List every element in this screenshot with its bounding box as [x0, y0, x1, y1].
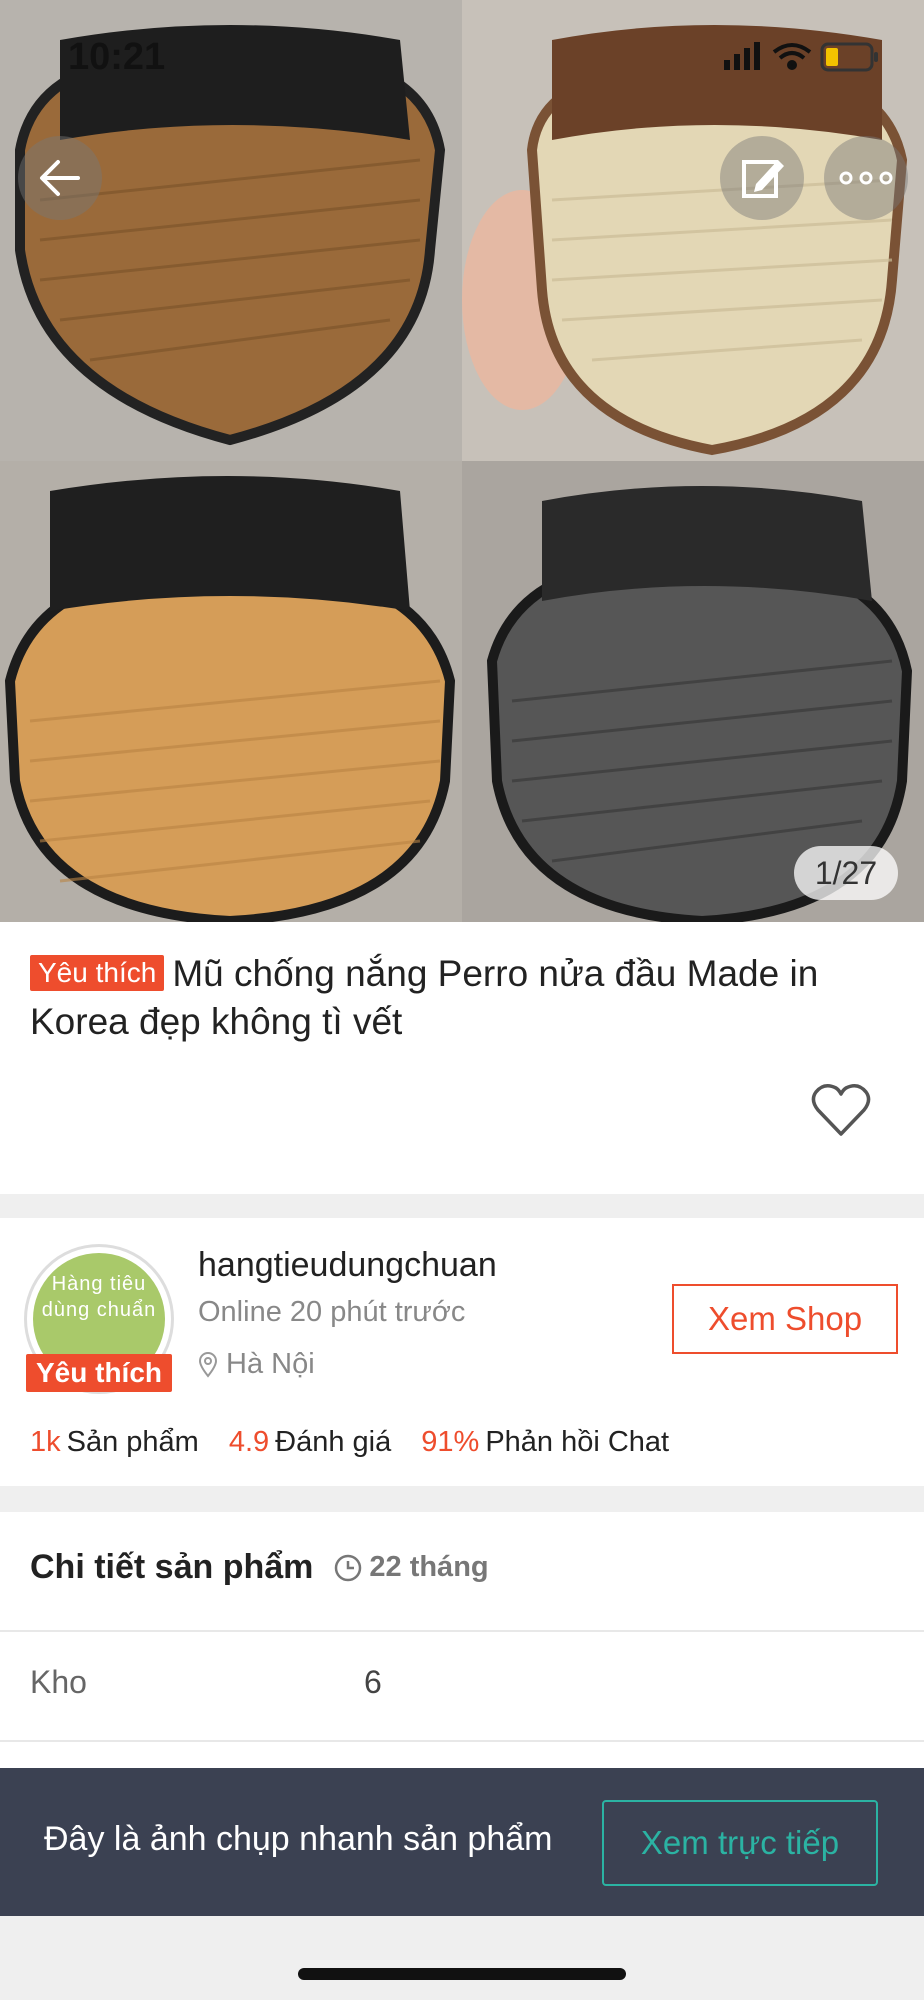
clock-icon — [335, 1554, 362, 1581]
more-dots-icon — [839, 171, 893, 185]
arrow-left-icon — [40, 160, 80, 196]
shop-location: Hà Nội — [198, 1348, 315, 1381]
details-age: 22 tháng — [333, 1551, 489, 1584]
shop-info-section: Hàng tiêu dùng chuẩn Yêu thích hangtieud… — [0, 1218, 924, 1486]
battery-icon — [820, 42, 878, 72]
like-button[interactable] — [810, 1082, 872, 1143]
view-shop-button[interactable]: Xem Shop — [672, 1284, 898, 1354]
stat-rating: 4.9 Đánh giá — [228, 1426, 392, 1458]
snapshot-notice: Đây là ảnh chụp nhanh sản phẩm — [44, 1820, 553, 1858]
shop-stats: 1k Sản phẩm 4.9 Đánh giá 91% Phản hồi Chat — [30, 1426, 669, 1459]
details-age-text: 22 tháng — [369, 1551, 489, 1583]
details-heading-text: Chi tiết sản phẩm — [30, 1548, 314, 1586]
image-counter: 1/27 — [794, 846, 898, 900]
product-title-section: Yêu thích Mũ chống nắng Perro nửa đầu Mad… — [0, 922, 924, 1194]
signal-icon — [724, 42, 760, 70]
edit-button[interactable] — [720, 136, 804, 220]
edit-icon — [742, 160, 784, 198]
stat-products: 1k Sản phẩm — [30, 1426, 199, 1458]
snapshot-banner: Đây là ảnh chụp nhanh sản phẩm Xem trực … — [0, 1768, 924, 1916]
divider — [0, 1740, 924, 1742]
product-image-carousel[interactable]: 10:21 1/27 — [0, 0, 924, 922]
details-heading: Chi tiết sản phẩm 22 tháng — [30, 1548, 489, 1587]
more-options-button[interactable] — [824, 136, 908, 220]
status-time: 10:21 — [68, 36, 166, 78]
shop-favorite-badge: Yêu thích — [26, 1354, 172, 1392]
product-details-section: Chi tiết sản phẩm 22 tháng Kho 6 — [0, 1512, 924, 1772]
divider — [0, 1630, 924, 1632]
product-title: Yêu thích Mũ chống nắng Perro nửa đầu Mad… — [30, 950, 900, 1046]
product-snapshot-page: 10:21 1/27 Yêu thích Mũ chống nắng Perro… — [0, 0, 924, 2000]
status-icons — [724, 38, 884, 83]
location-pin-icon — [198, 1351, 218, 1378]
back-button[interactable] — [18, 136, 102, 220]
wifi-icon — [772, 43, 812, 70]
product-photo-tan-visor — [0, 461, 462, 922]
favorite-badge: Yêu thích — [30, 955, 165, 991]
stock-value: 6 — [364, 1664, 382, 1700]
status-bar: 10:21 — [0, 0, 924, 110]
stat-chat-response: 91% Phản hồi Chat — [421, 1426, 670, 1458]
shop-location-text: Hà Nội — [226, 1348, 315, 1380]
shop-online-status: Online 20 phút trước — [198, 1296, 466, 1328]
heart-icon — [811, 1084, 871, 1136]
stock-label: Kho — [30, 1664, 87, 1700]
shop-name: hangtieudungchuan — [198, 1246, 497, 1284]
view-live-button[interactable]: Xem trực tiếp — [602, 1800, 878, 1886]
home-indicator[interactable] — [298, 1968, 626, 1980]
